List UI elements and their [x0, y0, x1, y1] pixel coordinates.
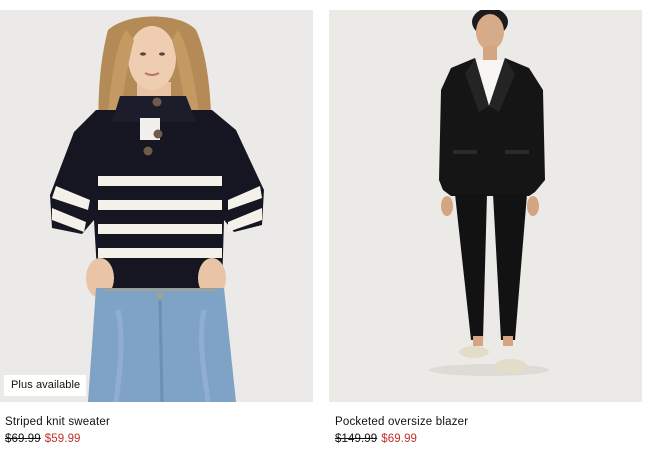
- blazer-model-photo: [329, 10, 642, 402]
- sweater-model-photo: [0, 10, 313, 402]
- product-name[interactable]: Striped knit sweater: [5, 416, 110, 428]
- product-card-striped-knit-sweater[interactable]: Plus available Striped knit sweater $69.…: [0, 10, 313, 445]
- original-price: $149.99: [335, 433, 378, 445]
- product-card-pocketed-oversize-blazer[interactable]: Pocketed oversize blazer $149.99 $69.99: [329, 10, 642, 445]
- product-grid: Plus available Striped knit sweater $69.…: [0, 0, 650, 469]
- sale-price: $59.99: [44, 433, 81, 445]
- product-info: Striped knit sweater $69.99 $59.99: [5, 416, 110, 445]
- product-info: Pocketed oversize blazer $149.99 $69.99: [335, 416, 468, 445]
- plus-available-badge: Plus available: [4, 375, 87, 396]
- product-name[interactable]: Pocketed oversize blazer: [335, 416, 468, 428]
- original-price: $69.99: [5, 433, 41, 445]
- product-prices: $69.99 $59.99: [5, 433, 110, 445]
- product-image[interactable]: [329, 10, 642, 402]
- sale-price: $69.99: [381, 433, 418, 445]
- product-prices: $149.99 $69.99: [335, 433, 468, 445]
- product-image[interactable]: Plus available: [0, 10, 313, 402]
